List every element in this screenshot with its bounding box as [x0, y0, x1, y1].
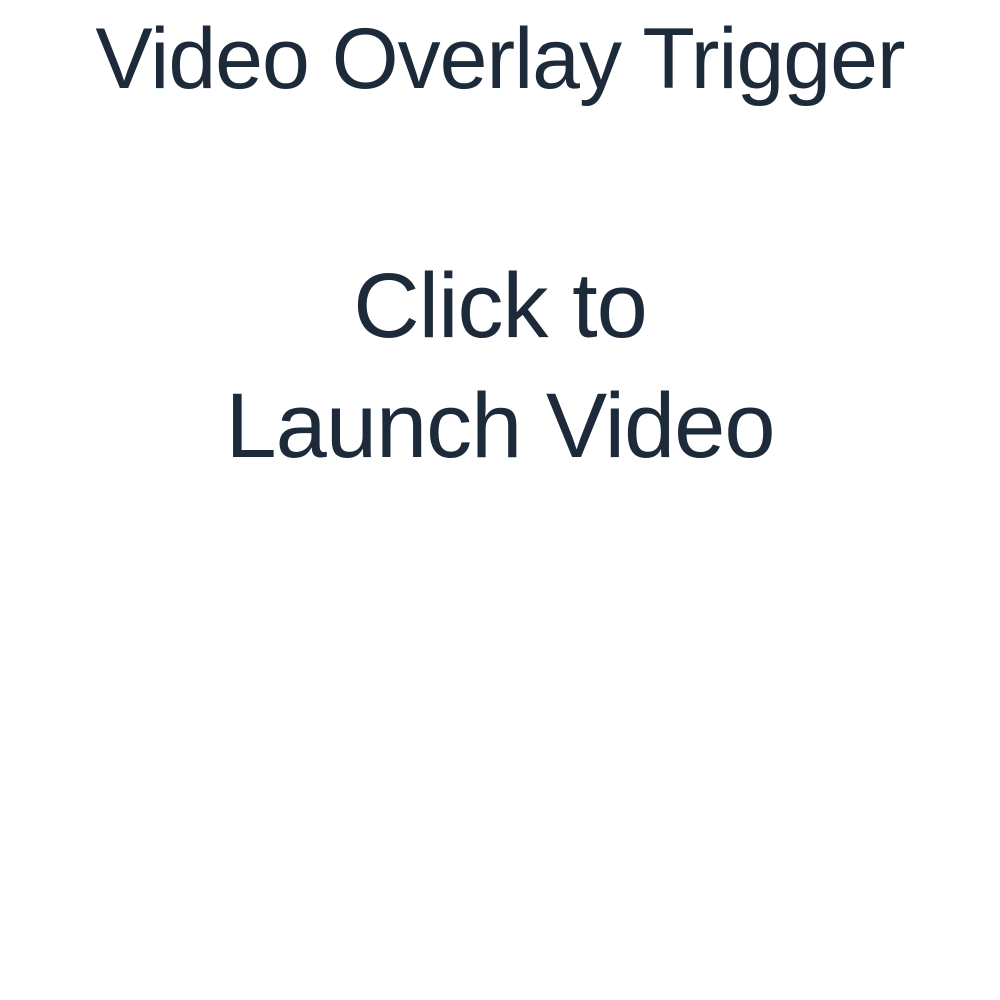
trigger-label-line-2: Launch Video: [225, 375, 775, 477]
launch-video-trigger[interactable]: Click to Launch Video: [150, 246, 850, 486]
trigger-label-line-1: Click to: [353, 255, 648, 357]
page-title: Video Overlay Trigger: [95, 11, 905, 107]
